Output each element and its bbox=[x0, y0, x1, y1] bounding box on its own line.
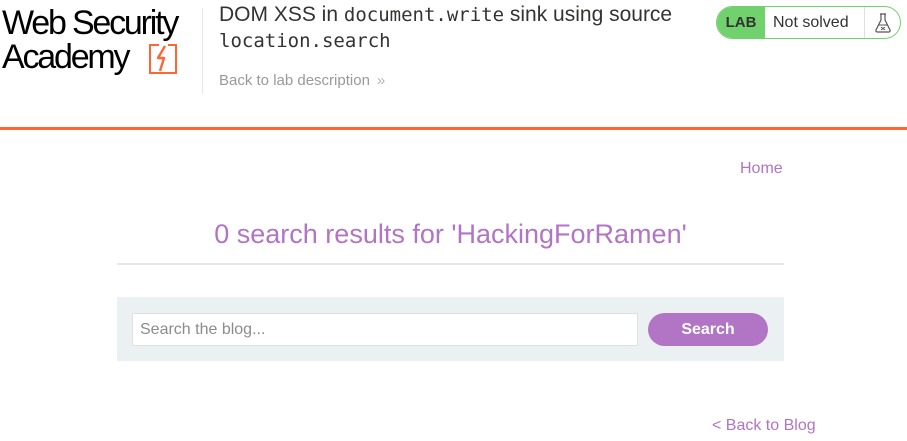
search-input[interactable] bbox=[132, 313, 638, 346]
home-link[interactable]: Home bbox=[740, 160, 783, 178]
lab-status-text: Not solved bbox=[773, 13, 849, 31]
flask-icon bbox=[864, 7, 900, 38]
lab-status-widget: LAB Not solved bbox=[716, 6, 901, 39]
lightning-bolt-icon bbox=[149, 44, 177, 74]
search-panel: Search bbox=[117, 297, 784, 361]
lab-title-mid: sink using source bbox=[504, 3, 673, 26]
lab-title-prefix: DOM XSS in bbox=[219, 3, 344, 26]
search-button[interactable]: Search bbox=[648, 313, 768, 346]
back-to-lab-description-label: Back to lab description bbox=[219, 72, 370, 89]
header-divider bbox=[202, 8, 203, 94]
logo-line-1: Web Security bbox=[2, 4, 179, 42]
web-security-academy-logo[interactable]: Web Security Academy bbox=[0, 6, 198, 78]
header-bottom-rule bbox=[0, 127, 907, 130]
lab-title-code-source: location.search bbox=[219, 30, 391, 52]
heading-divider bbox=[117, 263, 784, 265]
back-to-lab-description-link[interactable]: Back to lab description » bbox=[219, 72, 385, 89]
search-results-heading: 0 search results for 'HackingForRamen' bbox=[214, 219, 687, 249]
logo-line-2: Academy bbox=[2, 38, 131, 76]
double-chevron-right-icon: » bbox=[376, 72, 386, 89]
back-to-blog-link[interactable]: < Back to Blog bbox=[712, 417, 816, 435]
lab-title: DOM XSS in document.write sink using sou… bbox=[219, 2, 699, 54]
lab-badge: LAB bbox=[717, 7, 765, 38]
lab-title-code-sink: document.write bbox=[343, 4, 505, 26]
lab-header: Web Security Academy DOM XSS in document… bbox=[0, 0, 907, 130]
